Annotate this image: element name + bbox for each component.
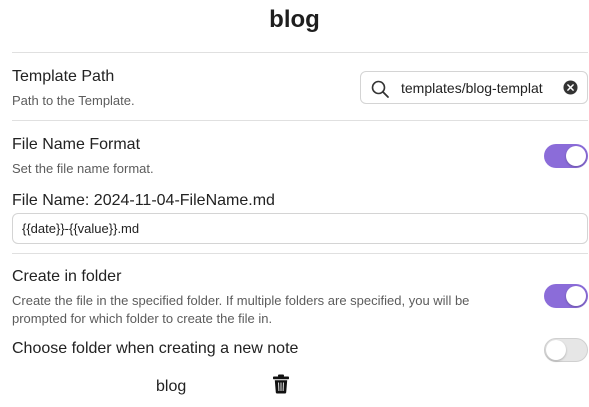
folder-item-name: blog [156,378,187,395]
template-path-search-input[interactable]: templates/blog-templat [360,71,588,104]
create-in-folder-toggle[interactable] [544,284,588,308]
file-name-format-toggle[interactable] [544,144,588,168]
template-path-value[interactable]: templates/blog-templat [401,80,557,96]
trash-icon[interactable] [272,374,290,394]
toggle-knob [566,146,586,166]
file-name-format-label: File Name Format [12,136,141,153]
choose-folder-label: Choose folder when creating a new note [12,340,299,357]
divider [12,253,588,254]
create-in-folder-label: Create in folder [12,268,122,285]
clear-search-icon[interactable] [563,80,578,95]
file-name-format-input[interactable] [12,213,588,244]
search-icon [371,80,389,98]
toggle-knob [566,286,586,306]
divider [12,52,588,53]
create-in-folder-description-line1: Create the file in the specified folder.… [12,293,470,308]
toggle-knob [546,340,566,360]
divider [12,120,588,121]
page-title: blog [269,6,320,33]
file-name-preview: File Name: 2024-11-04-FileName.md [12,192,275,209]
template-path-description: Path to the Template. [12,93,135,108]
file-name-format-description: Set the file name format. [12,161,154,176]
create-in-folder-description-line2: prompted for which folder to create the … [12,311,273,326]
choose-folder-toggle[interactable] [544,338,588,362]
template-path-label: Template Path [12,68,115,85]
